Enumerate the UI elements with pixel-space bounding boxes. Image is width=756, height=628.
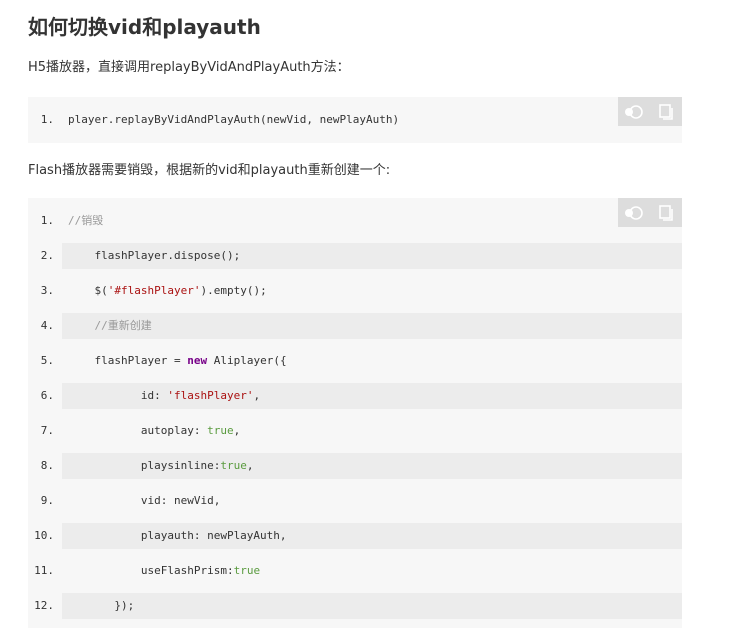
code-text: flashPlayer = new Aliplayer({ (62, 348, 682, 374)
code-token: playauth: newPlayAuth, (68, 529, 287, 542)
h5-intro-text: H5播放器，直接调用replayByVidAndPlayAuth方法： (28, 60, 350, 75)
page-heading: 如何切换vid和playauth (28, 15, 261, 39)
code-token: id: (68, 389, 168, 402)
boolean-token: true (207, 424, 234, 437)
code-text: }); (62, 593, 682, 619)
line-number: 3. (40, 284, 54, 297)
boolean-token: true (220, 459, 247, 472)
code-text: player.replayByVidAndPlayAuth(newVid, ne… (68, 113, 400, 126)
boolean-token: true (233, 564, 261, 577)
code-line: 11. useFlashPrism:true (28, 558, 682, 584)
line-number: 12. (34, 599, 54, 612)
line-number: 6. (40, 389, 54, 402)
code-text: id: 'flashPlayer', (62, 383, 682, 409)
line-number: 1. (40, 214, 54, 227)
code-block-flash: 1. //销毁 2. flashPlayer.dispose(); 3. $('#fl… (28, 198, 682, 628)
code-token: flashPlayer.dispose(); (68, 249, 241, 262)
code-token: , (233, 424, 241, 437)
code-text: playsinline:true, (62, 453, 682, 479)
code-token: flashPlayer = (68, 354, 188, 367)
code-line: 7. autoplay: true, (28, 418, 682, 444)
code-line: 6. id: 'flashPlayer', (28, 383, 682, 409)
code-block-h5: 1. player.replayByVidAndPlayAuth(newVid, … (28, 97, 682, 143)
line-number: 4. (40, 319, 54, 332)
string-token: '#flashPlayer' (107, 284, 201, 297)
string-token: 'flashPlayer' (167, 389, 254, 402)
code-line: 4. //重新创建 (28, 313, 682, 339)
code-token: ).empty(); (200, 284, 267, 297)
code-text: //销毁 (62, 208, 682, 234)
comment-token: //销毁 (68, 214, 104, 227)
code-token: $( (68, 284, 108, 297)
line-number: 1. (40, 113, 54, 126)
code-token: , (253, 389, 261, 402)
code-text: autoplay: true, (62, 418, 682, 444)
line-number: 9. (40, 494, 54, 507)
code-line: 10. playauth: newPlayAuth, (28, 523, 682, 549)
code-token: playsinline: (68, 459, 221, 472)
code-line: 3. $('#flashPlayer').empty(); (28, 278, 682, 304)
line-number: 5. (40, 354, 54, 367)
code-token: vid: newVid, (68, 494, 221, 507)
line-number: 10. (34, 529, 54, 542)
code-line: 5. flashPlayer = new Aliplayer({ (28, 348, 682, 374)
code-line: 9. vid: newVid, (28, 488, 682, 514)
code-token: Aliplayer({ (207, 354, 287, 367)
code-line: 8. playsinline:true, (28, 453, 682, 479)
comment-token: //重新创建 (68, 319, 152, 332)
code-text: vid: newVid, (62, 488, 682, 514)
code-token: autoplay: (68, 424, 208, 437)
code-text: useFlashPrism:true (62, 558, 682, 584)
code-text: $('#flashPlayer').empty(); (62, 278, 682, 304)
code-token: useFlashPrism: (68, 564, 234, 577)
line-number: 11. (34, 564, 54, 577)
code-token: }); (68, 599, 135, 612)
line-number: 7. (40, 424, 54, 437)
code-text: playauth: newPlayAuth, (62, 523, 682, 549)
keyword-token: new (187, 354, 208, 367)
code-line: 1. player.replayByVidAndPlayAuth(newVid, … (28, 107, 682, 133)
code-line: 2. flashPlayer.dispose(); (28, 243, 682, 269)
code-token: , (246, 459, 254, 472)
code-line: 12. }); (28, 593, 682, 619)
code-line: 1. //销毁 (28, 208, 682, 234)
code-text: flashPlayer.dispose(); (62, 243, 682, 269)
line-number: 2. (40, 249, 54, 262)
flash-intro-text: Flash播放器需要销毁，根据新的vid和playauth重新创建一个: (28, 163, 391, 178)
line-number: 8. (40, 459, 54, 472)
code-text: //重新创建 (62, 313, 682, 339)
